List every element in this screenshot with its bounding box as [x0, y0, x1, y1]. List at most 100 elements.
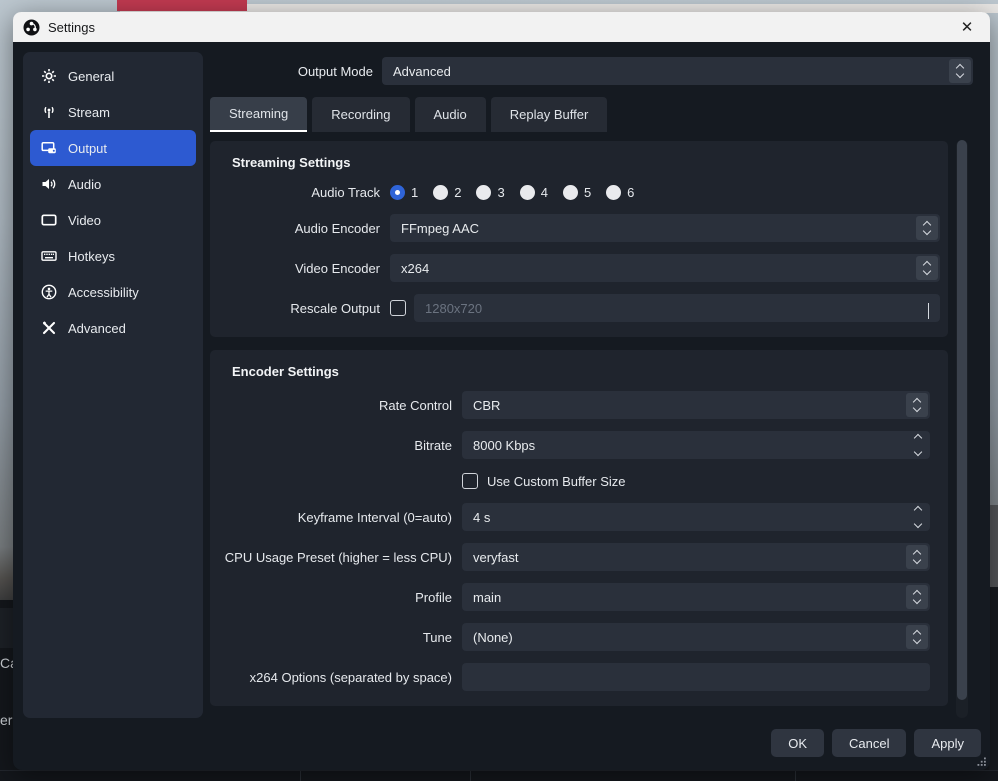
audio-encoder-select[interactable]: FFmpeg AAC: [390, 214, 940, 242]
radio-label: 5: [584, 185, 591, 200]
apply-button[interactable]: Apply: [914, 729, 981, 757]
spinbox-arrows-icon[interactable]: [915, 507, 921, 527]
video-encoder-select[interactable]: x264: [390, 254, 940, 282]
x264-options-label: x264 Options (separated by space): [222, 670, 462, 685]
cancel-button[interactable]: Cancel: [832, 729, 906, 757]
chevron-down-icon: [928, 303, 929, 318]
sidebar-item-label: General: [68, 69, 114, 84]
bitrate-value: 8000 Kbps: [473, 438, 535, 453]
speaker-icon: [40, 176, 57, 193]
close-icon[interactable]: ✕: [954, 18, 980, 36]
sidebar-item-video[interactable]: Video: [30, 202, 196, 238]
radio-audio-track-3[interactable]: [476, 185, 491, 200]
audio-track-row: Audio Track 1 2 3 4 5 6: [222, 182, 940, 202]
profile-select[interactable]: main: [462, 583, 930, 611]
tab-audio[interactable]: Audio: [415, 97, 486, 132]
button-label: Cancel: [849, 736, 889, 751]
radio-audio-track-5[interactable]: [563, 185, 578, 200]
output-mode-value: Advanced: [393, 64, 451, 79]
streaming-tab-pane: Streaming Settings Audio Track 1 2 3 4 5: [210, 141, 948, 706]
tab-recording[interactable]: Recording: [312, 97, 409, 132]
sidebar-item-general[interactable]: General: [30, 58, 196, 94]
dropdown-spinner-icon[interactable]: [906, 625, 928, 649]
sidebar-item-label: Audio: [68, 177, 101, 192]
radio-audio-track-6[interactable]: [606, 185, 621, 200]
background-divider: [795, 771, 796, 781]
button-label: Apply: [931, 736, 964, 751]
sidebar-item-accessibility[interactable]: Accessibility: [30, 274, 196, 310]
x264-options-input[interactable]: [462, 663, 930, 691]
rate-control-value: CBR: [473, 398, 500, 413]
cpu-usage-preset-label: CPU Usage Preset (higher = less CPU): [222, 550, 462, 565]
output-display-icon: [40, 140, 57, 157]
tune-label: Tune: [222, 630, 462, 645]
vertical-scrollbar[interactable]: [956, 140, 968, 718]
bitrate-spinbox[interactable]: 8000 Kbps: [462, 431, 930, 459]
sidebar-item-hotkeys[interactable]: Hotkeys: [30, 238, 196, 274]
tab-label: Recording: [331, 107, 390, 122]
rescale-output-row: Rescale Output 1280x720: [222, 294, 940, 322]
rescale-output-checkbox[interactable]: [390, 300, 406, 316]
video-encoder-value: x264: [401, 261, 429, 276]
use-custom-buffer-checkbox[interactable]: [462, 473, 478, 489]
cpu-usage-preset-value: veryfast: [473, 550, 519, 565]
scrollbar-thumb[interactable]: [957, 140, 967, 700]
ok-button[interactable]: OK: [771, 729, 824, 757]
tab-label: Streaming: [229, 106, 288, 121]
titlebar[interactable]: Settings ✕: [13, 12, 990, 42]
background-red-strip: [117, 0, 247, 11]
dropdown-spinner-icon[interactable]: [906, 545, 928, 569]
sidebar-item-label: Stream: [68, 105, 110, 120]
audio-track-radios: 1 2 3 4 5 6: [390, 185, 940, 200]
sidebar-item-label: Output: [68, 141, 107, 156]
tools-icon: [40, 320, 57, 337]
output-mode-label: Output Mode: [210, 64, 382, 79]
tab-replay-buffer[interactable]: Replay Buffer: [491, 97, 608, 132]
output-mode-select[interactable]: Advanced: [382, 57, 973, 85]
rescale-output-label: Rescale Output: [222, 301, 390, 316]
dropdown-spinner-icon[interactable]: [916, 256, 938, 280]
audio-encoder-label: Audio Encoder: [222, 221, 390, 236]
sidebar-item-stream[interactable]: Stream: [30, 94, 196, 130]
custom-buffer-row: Use Custom Buffer Size: [222, 471, 940, 491]
background-object: [989, 505, 998, 587]
settings-sidebar: General Stream Output Audio Video: [23, 52, 203, 718]
keyboard-icon: [40, 248, 57, 265]
obs-logo-icon: [23, 19, 40, 36]
sidebar-item-advanced[interactable]: Advanced: [30, 310, 196, 346]
output-settings-content: Output Mode Advanced Streaming Recording…: [210, 52, 973, 706]
audio-track-label: Audio Track: [222, 185, 390, 200]
tab-streaming[interactable]: Streaming: [210, 97, 307, 132]
keyframe-interval-spinbox[interactable]: 4 s: [462, 503, 930, 531]
cpu-usage-preset-select[interactable]: veryfast: [462, 543, 930, 571]
resize-grip-icon[interactable]: [976, 756, 987, 767]
output-mode-row: Output Mode Advanced: [210, 57, 973, 85]
tab-label: Replay Buffer: [510, 107, 589, 122]
rate-control-select[interactable]: CBR: [462, 391, 930, 419]
radio-label: 1: [411, 185, 418, 200]
dropdown-spinner-icon[interactable]: [916, 216, 938, 240]
cpu-usage-preset-row: CPU Usage Preset (higher = less CPU) ver…: [222, 543, 940, 571]
group-title: Encoder Settings: [222, 360, 940, 391]
tune-row: Tune (None): [222, 623, 940, 651]
tune-select[interactable]: (None): [462, 623, 930, 651]
background-panel: [0, 608, 13, 648]
radio-audio-track-1[interactable]: [390, 185, 405, 200]
profile-value: main: [473, 590, 501, 605]
radio-audio-track-4[interactable]: [520, 185, 535, 200]
dropdown-spinner-icon[interactable]: [906, 585, 928, 609]
rescale-resolution-value: 1280x720: [425, 301, 482, 316]
dropdown-spinner-icon[interactable]: [949, 59, 971, 83]
button-label: OK: [788, 736, 807, 751]
antenna-icon: [40, 104, 57, 121]
audio-encoder-value: FFmpeg AAC: [401, 221, 479, 236]
dropdown-spinner-icon[interactable]: [906, 393, 928, 417]
sidebar-item-output[interactable]: Output: [30, 130, 196, 166]
radio-audio-track-2[interactable]: [433, 185, 448, 200]
sidebar-item-label: Hotkeys: [68, 249, 115, 264]
rate-control-row: Rate Control CBR: [222, 391, 940, 419]
background-shade: [989, 587, 998, 781]
sidebar-item-audio[interactable]: Audio: [30, 166, 196, 202]
spinbox-arrows-icon[interactable]: [915, 435, 921, 455]
window-title: Settings: [48, 20, 95, 35]
